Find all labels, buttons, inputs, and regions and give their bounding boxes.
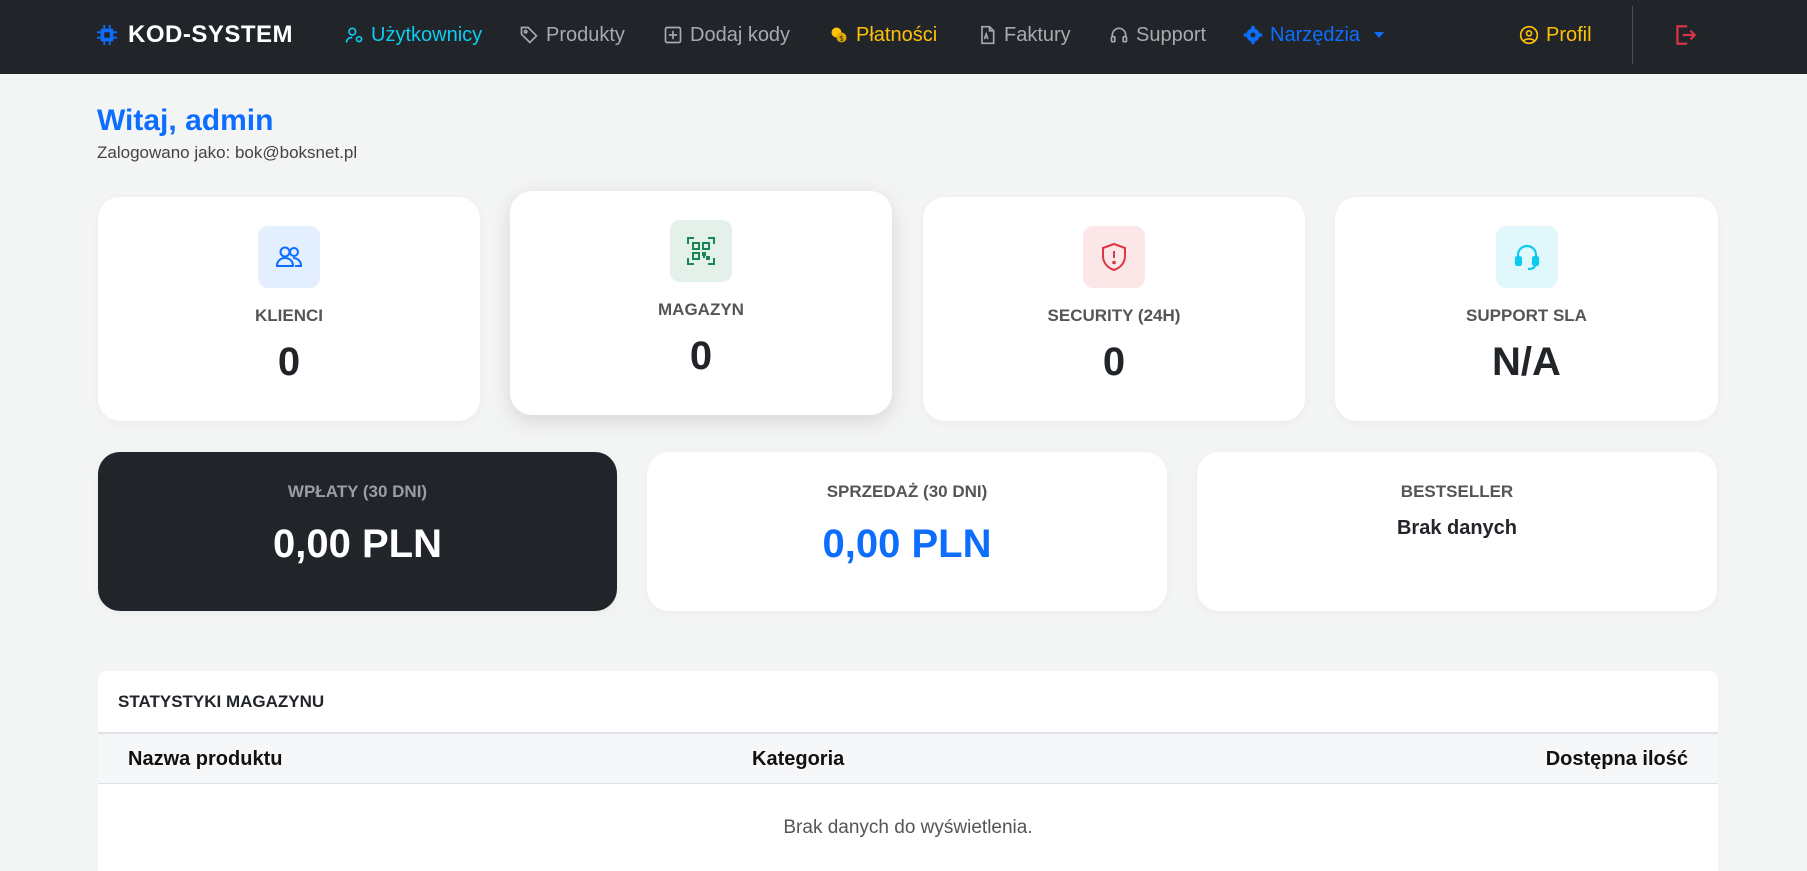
nav-divider [1632,6,1633,64]
sales-card: SPRZEDAŻ (30 DNI) 0,00 PLN [647,452,1167,611]
stat-card-support-sla: SUPPORT SLA N/A [1335,197,1718,421]
shield-exclamation-icon [1083,226,1145,288]
cpu-icon [96,24,118,46]
nav-add-codes-label: Dodaj kody [690,23,791,46]
logout-button[interactable] [1672,0,1698,70]
stat-label: KLIENCI [255,306,323,325]
nav-support-label: Support [1136,23,1207,46]
deposits-value: 0,00 PLN [273,522,442,566]
nav-users[interactable]: Użytkownicy [344,0,482,70]
stat-value: N/A [1492,340,1561,384]
headset-icon [1495,226,1558,288]
nav-add-codes[interactable]: Dodaj kody [663,0,790,70]
deposits-card: WPŁATY (30 DNI) 0,00 PLN [98,452,617,611]
stat-label: SUPPORT SLA [1466,306,1587,325]
logged-in-info: Zalogowano jako: bok@boksnet.pl [97,143,358,162]
sales-value: 0,00 PLN [822,522,992,566]
nav-profile[interactable]: Profil [1519,0,1592,70]
nav-users-label: Użytkownicy [371,23,483,46]
bestseller-value: Brak danych [1396,517,1518,539]
column-header-category: Kategoria [752,747,845,770]
nav-support[interactable]: Support [1109,0,1206,70]
top-navbar: KOD-SYSTEM Użytkownicy Produkty Dodaj ko… [0,0,1807,74]
user-gear-icon [345,27,363,43]
page-title: Witaj, admin [97,104,274,137]
nav-tools-dropdown[interactable]: Narzędzia [1243,0,1385,70]
nav-payments-label: Płatności [856,23,938,46]
user-circle-icon [1519,25,1539,45]
nav-tools-label: Narzędzia [1270,23,1361,46]
brand-name: KOD-SYSTEM [128,21,294,48]
nav-products[interactable]: Produkty [519,0,625,70]
nav-products-label: Produkty [546,23,625,46]
column-header-product-name: Nazwa produktu [128,747,283,770]
column-header-available-qty: Dostępna ilość [1545,747,1688,770]
brand-logo[interactable]: KOD-SYSTEM [96,0,293,70]
stat-label: SECURITY (24H) [1047,306,1181,325]
stat-label: MAGAZYN [658,300,744,319]
deposits-label: WPŁATY (30 DNI) [287,482,428,501]
headphones-icon [1110,27,1128,43]
nav-payments[interactable]: $ Płatności [829,0,937,70]
tags-icon [520,26,538,44]
bestseller-card: BESTSELLER Brak danych [1197,452,1717,611]
sales-label: SPRZEDAŻ (30 DNI) [826,482,988,501]
table-empty-message: Brak danych do wyświetlenia. [783,817,1033,838]
panel-title: STATYSTYKI MAGAZYNU [118,692,325,711]
stat-card-clients: KLIENCI 0 [98,197,480,421]
plus-square-icon [664,26,682,44]
stat-card-security: SECURITY (24H) 0 [923,197,1305,421]
warehouse-stats-panel: STATYSTYKI MAGAZYNU Nazwa produktu Kateg… [98,671,1718,871]
file-pdf-icon [981,25,995,45]
table-header: Nazwa produktu Kategoria Dostępna ilość [98,732,1718,784]
caret-down-icon [1374,32,1385,38]
qr-code-icon [670,220,732,282]
bestseller-label: BESTSELLER [1400,482,1514,501]
gear-icon [1243,25,1263,45]
stat-value: 0 [689,334,713,378]
coins-icon: $ [831,27,847,43]
logout-icon [1676,25,1697,45]
nav-invoices[interactable]: Faktury [977,0,1071,70]
users-icon [258,226,320,288]
stat-value: 0 [1102,340,1126,384]
svg-text:$: $ [839,34,844,43]
stat-value: 0 [277,340,301,384]
nav-profile-label: Profil [1546,23,1592,46]
stat-card-warehouse: MAGAZYN 0 [510,191,892,415]
nav-invoices-label: Faktury [1004,23,1071,46]
